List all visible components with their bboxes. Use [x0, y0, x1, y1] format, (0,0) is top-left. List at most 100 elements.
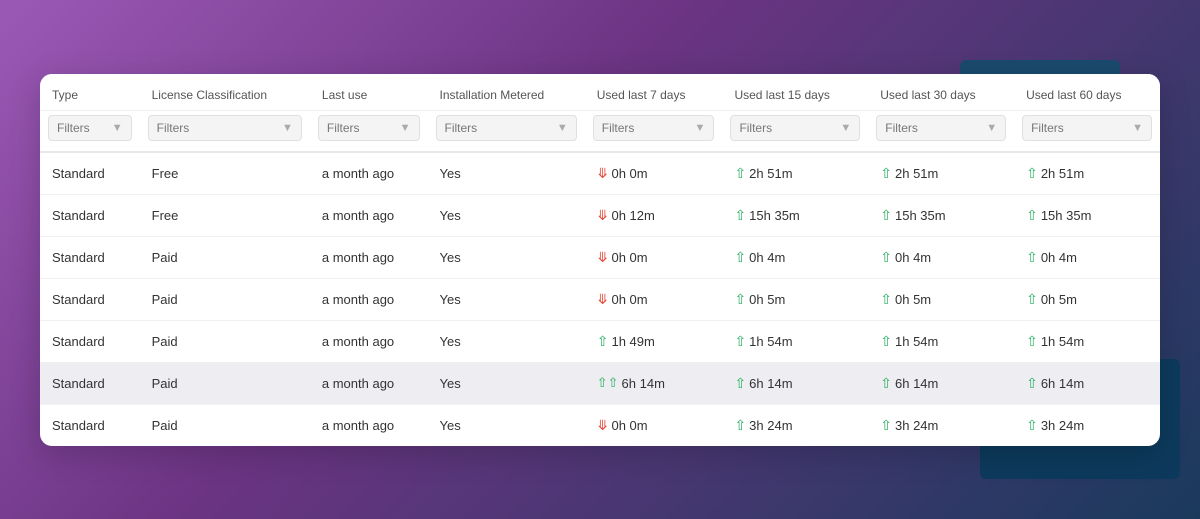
cell-d15: ⇧0h 5m: [722, 278, 868, 320]
d30-value: 0h 4m: [895, 250, 931, 265]
cell-d30: ⇧3h 24m: [868, 404, 1014, 446]
table-row: Standard Paid a month ago Yes ⤋0h 0m ⇧0h…: [40, 278, 1160, 320]
header-row: Type License Classification Last use Ins…: [40, 74, 1160, 111]
filter-d30[interactable]: Filters ▼: [868, 110, 1014, 152]
filter-metered-button[interactable]: Filters ▼: [436, 115, 577, 141]
filter-lastuse-button[interactable]: Filters ▼: [318, 115, 420, 141]
cell-type: Standard: [40, 362, 140, 404]
filter-d60[interactable]: Filters ▼: [1014, 110, 1160, 152]
cell-last-use: a month ago: [310, 278, 428, 320]
cell-d30: ⇧2h 51m: [868, 152, 1014, 195]
cell-metered: Yes: [428, 278, 585, 320]
arrow-up-icon: ⇧: [1026, 249, 1038, 266]
filter-metered-icon: ▼: [557, 122, 568, 134]
cell-d15: ⇧1h 54m: [722, 320, 868, 362]
filter-license[interactable]: Filters ▼: [140, 110, 310, 152]
filter-d7-button[interactable]: Filters ▼: [593, 115, 715, 141]
d7-value: 0h 0m: [611, 250, 647, 265]
table-body: Standard Free a month ago Yes ⤋0h 0m ⇧2h…: [40, 152, 1160, 446]
cell-d7: ⤋0h 0m: [585, 278, 723, 320]
d30-value: 2h 51m: [895, 166, 938, 181]
d7-value: 0h 0m: [611, 166, 647, 181]
d60-value: 1h 54m: [1041, 334, 1084, 349]
arrow-up-icon: ⇧: [1026, 333, 1038, 350]
cell-license: Paid: [140, 320, 310, 362]
filter-d60-button[interactable]: Filters ▼: [1022, 115, 1152, 141]
d7-value: 0h 0m: [611, 418, 647, 433]
cell-d15: ⇧3h 24m: [722, 404, 868, 446]
filter-row: Filters ▼ Filters ▼ Filters ▼: [40, 110, 1160, 152]
table-row: Standard Paid a month ago Yes ⤋0h 0m ⇧3h…: [40, 404, 1160, 446]
d60-value: 0h 4m: [1041, 250, 1077, 265]
filter-d15-button[interactable]: Filters ▼: [730, 115, 860, 141]
cell-d7: ⤋0h 0m: [585, 152, 723, 195]
cell-metered: Yes: [428, 320, 585, 362]
filter-d15-icon: ▼: [840, 122, 851, 134]
cell-d30: ⇧6h 14m: [868, 362, 1014, 404]
data-table: Type License Classification Last use Ins…: [40, 74, 1160, 446]
cell-d60: ⇧15h 35m: [1014, 194, 1160, 236]
filter-license-label: Filters: [157, 121, 190, 135]
cell-d60: ⇧0h 5m: [1014, 278, 1160, 320]
cell-d30: ⇧15h 35m: [868, 194, 1014, 236]
d15-value: 2h 51m: [749, 166, 792, 181]
d15-value: 1h 54m: [749, 334, 792, 349]
arrow-up-icon: ⇧: [880, 333, 892, 350]
arrow-up-icon: ⇧: [880, 249, 892, 266]
col-d60: Used last 60 days: [1014, 74, 1160, 111]
filter-d30-label: Filters: [885, 121, 918, 135]
cell-last-use: a month ago: [310, 362, 428, 404]
d30-value: 1h 54m: [895, 334, 938, 349]
filter-type-button[interactable]: Filters ▼: [48, 115, 132, 141]
filter-type-icon: ▼: [112, 122, 123, 134]
filter-lastuse[interactable]: Filters ▼: [310, 110, 428, 152]
filter-d60-label: Filters: [1031, 121, 1064, 135]
cell-metered: Yes: [428, 152, 585, 195]
d15-value: 6h 14m: [749, 376, 792, 391]
cell-metered: Yes: [428, 236, 585, 278]
arrow-up-icon: ⇧: [1026, 375, 1038, 392]
filter-type[interactable]: Filters ▼: [40, 110, 140, 152]
filter-d7[interactable]: Filters ▼: [585, 110, 723, 152]
cell-last-use: a month ago: [310, 194, 428, 236]
cell-last-use: a month ago: [310, 152, 428, 195]
filter-d7-label: Filters: [602, 121, 635, 135]
arrow-up-icon: ⇧: [734, 333, 746, 350]
d30-value: 6h 14m: [895, 376, 938, 391]
cell-license: Free: [140, 194, 310, 236]
d30-value: 3h 24m: [895, 418, 938, 433]
d7-value: 0h 0m: [611, 292, 647, 307]
cell-license: Paid: [140, 236, 310, 278]
filter-d15[interactable]: Filters ▼: [722, 110, 868, 152]
main-card: Type License Classification Last use Ins…: [40, 74, 1160, 446]
filter-d30-button[interactable]: Filters ▼: [876, 115, 1006, 141]
cell-d60: ⇧2h 51m: [1014, 152, 1160, 195]
cell-metered: Yes: [428, 362, 585, 404]
col-d30: Used last 30 days: [868, 74, 1014, 111]
arrow-up-icon: ⇧: [734, 375, 746, 392]
arrow-up-icon: ⇧: [597, 333, 609, 350]
cell-d7: ⤋0h 0m: [585, 236, 723, 278]
table-row: Standard Paid a month ago Yes ⤋0h 0m ⇧0h…: [40, 236, 1160, 278]
arrow-up-icon: ⇧: [734, 249, 746, 266]
arrow-down-icon: ⤋: [597, 291, 609, 308]
d7-value: 6h 14m: [622, 376, 665, 391]
table-row: Standard Free a month ago Yes ⤋0h 0m ⇧2h…: [40, 152, 1160, 195]
d30-value: 0h 5m: [895, 292, 931, 307]
filter-type-label: Filters: [57, 121, 90, 135]
filter-license-button[interactable]: Filters ▼: [148, 115, 302, 141]
d60-value: 3h 24m: [1041, 418, 1084, 433]
col-metered: Installation Metered: [428, 74, 585, 111]
d15-value: 15h 35m: [749, 208, 800, 223]
arrow-up-icon: ⇧: [734, 165, 746, 182]
arrow-down-icon: ⤋: [597, 207, 609, 224]
filter-lastuse-label: Filters: [327, 121, 360, 135]
arrow-up-icon: ⇧: [1026, 207, 1038, 224]
arrow-up-icon: ⇧: [1026, 291, 1038, 308]
cell-d15: ⇧6h 14m: [722, 362, 868, 404]
d60-value: 15h 35m: [1041, 208, 1092, 223]
cell-metered: Yes: [428, 194, 585, 236]
filter-metered[interactable]: Filters ▼: [428, 110, 585, 152]
cell-metered: Yes: [428, 404, 585, 446]
cell-last-use: a month ago: [310, 236, 428, 278]
